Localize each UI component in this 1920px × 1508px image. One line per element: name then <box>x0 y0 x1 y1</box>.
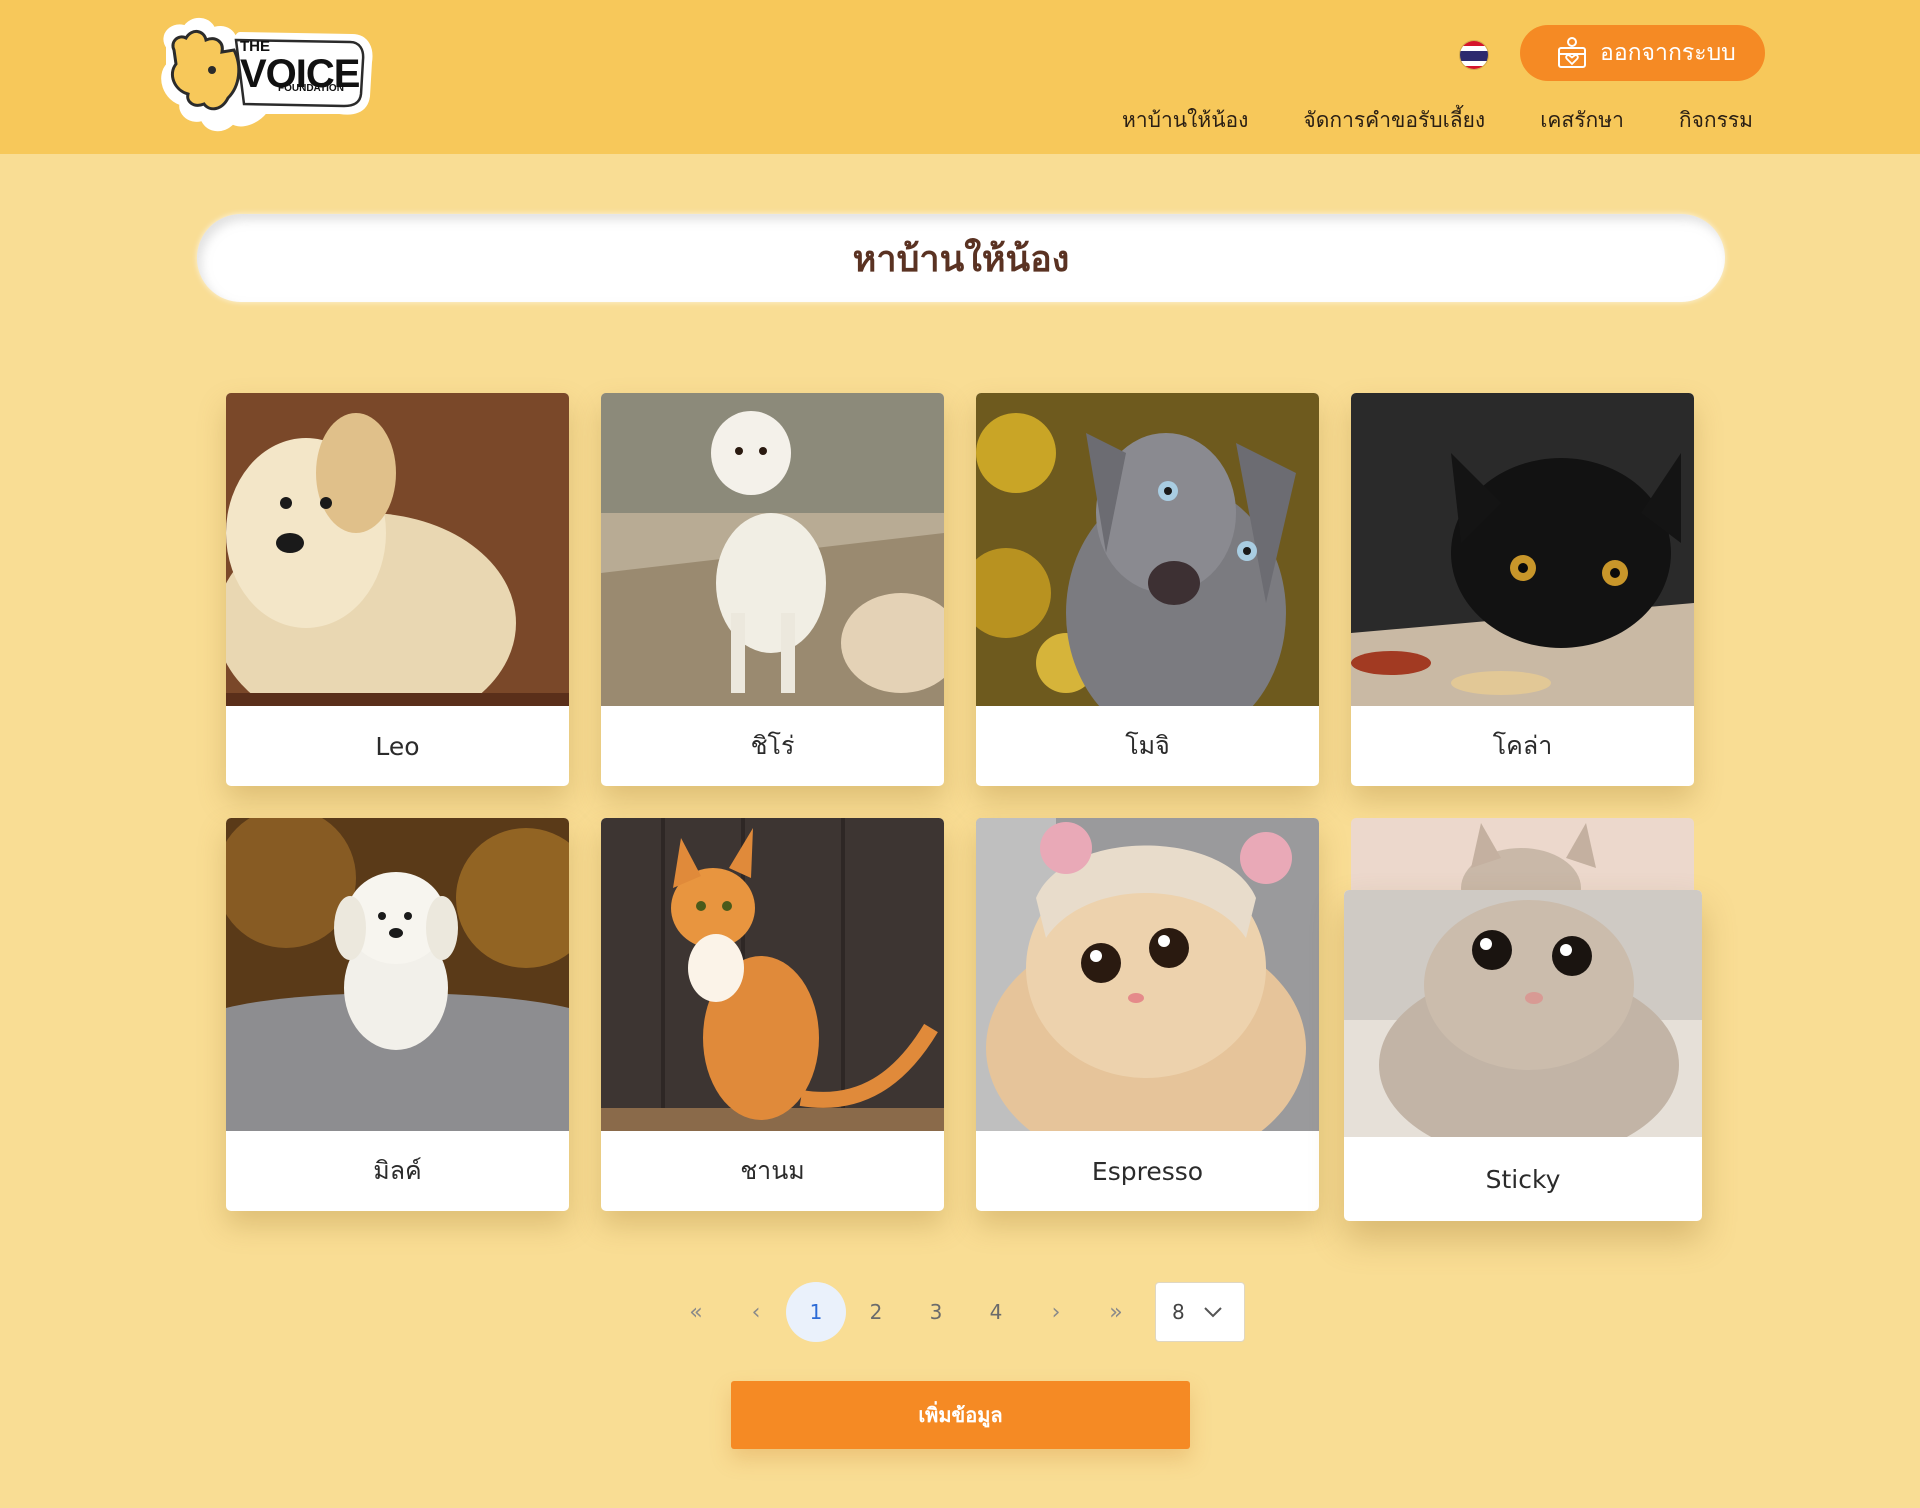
pet-name: Sticky <box>1485 1164 1561 1194</box>
logout-label: ออกจากระบบ <box>1600 40 1736 66</box>
pet-name: โมจิ <box>1125 731 1170 760</box>
pet-photo <box>226 393 569 706</box>
next-page-button[interactable]: › <box>1026 1282 1086 1342</box>
nav-medical-cases[interactable]: เคสรักษา <box>1540 104 1624 137</box>
logout-button[interactable]: ออกจากระบบ <box>1520 25 1765 81</box>
pet-photo <box>976 393 1319 706</box>
nav-activities[interactable]: กิจกรรม <box>1679 104 1753 137</box>
page-title: หาบ้านให้น้อง <box>852 238 1070 280</box>
voice-foundation-logo[interactable]: THE VOICE FOUNDATION <box>152 16 374 134</box>
pet-photo <box>601 393 944 706</box>
nav-find-home[interactable]: หาบ้านให้น้อง <box>1122 104 1248 137</box>
pet-name: มิลค์ <box>373 1156 422 1185</box>
nav-adoption-requests[interactable]: จัดการคำขอรับเลี้ยง <box>1303 104 1485 137</box>
pet-card[interactable]: ชานม <box>601 818 944 1211</box>
main-nav: หาบ้านให้น้อง จัดการคำขอรับเลี้ยง เคสรัก… <box>1122 104 1753 137</box>
site-header: THE VOICE FOUNDATION ออกจากระบบ หาบ้านให… <box>0 0 1920 154</box>
pet-card[interactable]: โมจิ <box>976 393 1319 786</box>
pet-card-dragging[interactable]: Sticky <box>1344 890 1702 1221</box>
thai-flag-icon[interactable] <box>1459 40 1489 70</box>
pet-photo <box>1344 890 1702 1137</box>
page-title-bar: หาบ้านให้น้อง <box>197 214 1725 302</box>
last-page-button[interactable]: » <box>1086 1282 1146 1342</box>
page-button[interactable]: 3 <box>906 1282 966 1342</box>
chevron-down-icon <box>1204 1307 1222 1318</box>
logo-text-foundation: FOUNDATION <box>278 83 344 94</box>
pet-name: ชิโร่ <box>750 731 795 760</box>
first-page-button[interactable]: « <box>666 1282 726 1342</box>
page-button[interactable]: 4 <box>966 1282 1026 1342</box>
prev-page-button[interactable]: ‹ <box>726 1282 786 1342</box>
page-size-select[interactable]: 8 <box>1155 1282 1245 1342</box>
pet-card[interactable]: มิลค์ <box>226 818 569 1211</box>
pet-photo <box>976 818 1319 1131</box>
pet-name: Leo <box>375 731 420 761</box>
page-size-value: 8 <box>1172 1300 1185 1324</box>
pet-name: โคล่า <box>1492 731 1553 760</box>
add-data-button[interactable]: เพิ่มข้อมูล <box>731 1381 1190 1449</box>
pet-photo <box>1351 393 1694 706</box>
drag-placeholder <box>1351 818 1694 898</box>
page-button[interactable]: 1 <box>786 1282 846 1342</box>
pet-card[interactable]: Leo <box>226 393 569 786</box>
pet-card[interactable]: โคล่า <box>1351 393 1694 786</box>
donation-box-icon <box>1558 37 1586 68</box>
pet-name: Espresso <box>1091 1156 1204 1186</box>
pet-card[interactable]: ชิโร่ <box>601 393 944 786</box>
pagination: « ‹ 1 2 3 4 › » <box>666 1282 1146 1342</box>
pet-card[interactable]: Espresso <box>976 818 1319 1211</box>
page-button[interactable]: 2 <box>846 1282 906 1342</box>
pet-photo <box>226 818 569 1131</box>
pet-photo <box>601 818 944 1131</box>
pet-name: ชานม <box>740 1156 805 1185</box>
